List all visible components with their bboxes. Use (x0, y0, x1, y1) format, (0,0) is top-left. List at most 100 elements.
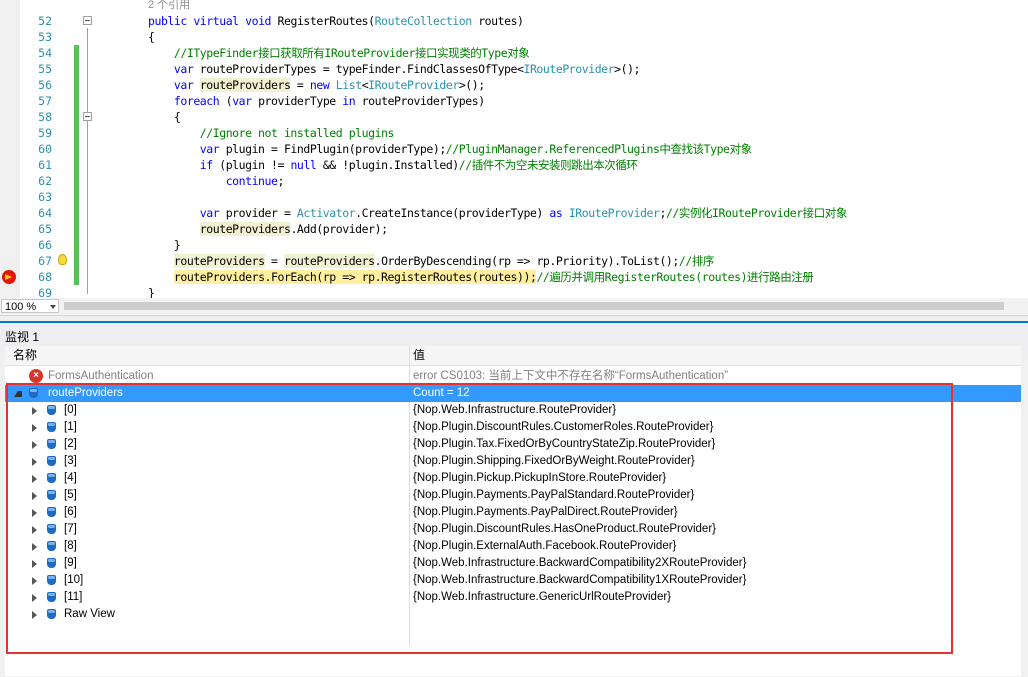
code-line[interactable]: 56 var routeProviders = new List<IRouteP… (0, 77, 1028, 93)
code-token: routeProviders (199, 78, 291, 92)
code-token: ( (219, 94, 233, 108)
watch-item-value[interactable]: {Nop.Plugin.Pickup.PickupInStore.RoutePr… (413, 470, 666, 487)
expand-arrow-icon[interactable] (32, 492, 37, 500)
watch-row-raw-view[interactable]: Raw View (5, 606, 1021, 623)
watch-item-value[interactable]: {Nop.Web.Infrastructure.BackwardCompatib… (413, 572, 746, 589)
column-header-name[interactable]: 名称 (13, 346, 37, 365)
watch-row-item[interactable]: [11] {Nop.Web.Infrastructure.GenericUrlRo… (5, 589, 1021, 606)
code-line[interactable]: 64 var provider = Activator.CreateInstan… (0, 205, 1028, 221)
watch-item-value[interactable]: {Nop.Plugin.Shipping.FixedOrByWeight.Rou… (413, 453, 695, 470)
lightbulb-icon[interactable] (58, 254, 67, 265)
expand-arrow-icon[interactable] (32, 509, 37, 517)
code-text: var plugin = FindPlugin(providerType);//… (148, 141, 752, 157)
object-icon (47, 490, 56, 500)
code-line[interactable]: 55 var routeProviderTypes = typeFinder.F… (0, 61, 1028, 77)
watch-item-value[interactable]: {Nop.Plugin.Tax.FixedOrByCountryStateZip… (413, 436, 715, 453)
watch-row-item[interactable]: [9] {Nop.Web.Infrastructure.BackwardCompa… (5, 555, 1021, 572)
expand-arrow-icon[interactable] (32, 424, 37, 432)
watch-item-value[interactable]: {Nop.Web.Infrastructure.GenericUrlRouteP… (413, 589, 671, 606)
collapse-icon[interactable] (83, 112, 92, 121)
code-line[interactable]: 54 //ITypeFinder接口获取所有IRouteProvider接口实现… (0, 45, 1028, 61)
code-line[interactable]: 69} (0, 285, 1028, 298)
expand-arrow-icon[interactable] (32, 594, 37, 602)
expand-arrow-icon[interactable] (32, 577, 37, 585)
change-indicator (74, 141, 79, 157)
line-number: 65 (38, 222, 52, 236)
code-line[interactable]: 65 routeProviders.Add(provider); (0, 221, 1028, 237)
code-line[interactable]: 68 routeProviders.ForEach(rp => rp.Regis… (0, 269, 1028, 285)
expand-arrow-icon[interactable] (32, 441, 37, 449)
horizontal-scrollbar[interactable] (64, 300, 1022, 312)
code-line[interactable]: 57 foreach (var providerType in routePro… (0, 93, 1028, 109)
code-line[interactable]: 62 continue; (0, 173, 1028, 189)
code-text: //Ignore not installed plugins (148, 125, 395, 141)
line-number: 52 (38, 14, 52, 28)
watch-item-value[interactable]: error CS0103: 当前上下文中不存在名称“FormsAuthentic… (413, 368, 728, 385)
change-indicator (74, 77, 79, 93)
code-token: ; (277, 174, 284, 188)
code-line[interactable]: 2 个引用 (0, 0, 1028, 13)
code-token: IRouteProvider (523, 62, 615, 76)
reference-count-codelens[interactable]: 2 个引用 (148, 0, 190, 11)
expand-arrow-icon[interactable] (32, 458, 37, 466)
expand-arrow-icon[interactable] (32, 560, 37, 568)
code-line[interactable]: 60 var plugin = FindPlugin(providerType)… (0, 141, 1028, 157)
code-text: 2 个引用 (148, 0, 190, 13)
code-line[interactable]: 52 public virtual void RegisterRoutes(Rou… (0, 13, 1028, 29)
expand-arrow-icon[interactable] (32, 475, 37, 483)
collapse-arrow-icon[interactable] (14, 391, 22, 397)
watch-item-name: [3] (64, 455, 77, 467)
watch-item-value[interactable]: {Nop.Plugin.Payments.PayPalStandard.Rout… (413, 487, 694, 504)
watch-item-value[interactable]: Count = 12 (413, 385, 470, 402)
editor-status-bar: 100 % (0, 298, 1028, 316)
watch-row-item[interactable]: [5] {Nop.Plugin.Payments.PayPalStandard.R… (5, 487, 1021, 504)
watch-item-value[interactable]: {Nop.Plugin.DiscountRules.HasOneProduct.… (413, 521, 716, 538)
expand-arrow-icon[interactable] (32, 526, 37, 534)
code-line[interactable]: 53 { (0, 29, 1028, 45)
code-line[interactable]: 59 //Ignore not installed plugins (0, 125, 1028, 141)
code-line[interactable]: 63 (0, 189, 1028, 205)
watch-row-item[interactable]: [7] {Nop.Plugin.DiscountRules.HasOneProdu… (5, 521, 1021, 538)
breakpoint-current-line-icon[interactable] (2, 270, 16, 284)
watch-row-item[interactable]: [4] {Nop.Plugin.Pickup.PickupInStore.Rout… (5, 470, 1021, 487)
watch-row-item[interactable]: [8] {Nop.Plugin.ExternalAuth.Facebook.Rou… (5, 538, 1021, 555)
code-token: public (148, 14, 187, 28)
watch-item-value[interactable]: {Nop.Web.Infrastructure.BackwardCompatib… (413, 555, 746, 572)
watch-item-value[interactable]: {Nop.Plugin.ExternalAuth.Facebook.RouteP… (413, 538, 676, 555)
watch-row-item[interactable]: [3] {Nop.Plugin.Shipping.FixedOrByWeight.… (5, 453, 1021, 470)
watch-row-error[interactable]: × FormsAuthentication error CS0103: 当前上下文中… (5, 368, 1021, 385)
expand-arrow-icon[interactable] (32, 543, 37, 551)
watch-item-value[interactable]: {Nop.Plugin.DiscountRules.CustomerRoles.… (413, 419, 713, 436)
collapse-icon[interactable] (83, 16, 92, 25)
code-line[interactable]: 61 if (plugin != null && !plugin.Install… (0, 157, 1028, 173)
column-header-value[interactable]: 值 (413, 346, 425, 365)
code-token: { (148, 30, 155, 44)
expand-arrow-icon[interactable] (32, 611, 37, 619)
code-token: RouteCollection (374, 14, 473, 28)
watch-row-item[interactable]: [1] {Nop.Plugin.DiscountRules.CustomerRol… (5, 419, 1021, 436)
line-number: 53 (38, 30, 52, 44)
watch-row-root[interactable]: routeProviders Count = 12 (5, 385, 1021, 402)
watch-row-item[interactable]: [6] {Nop.Plugin.Payments.PayPalDirect.Rou… (5, 504, 1021, 521)
code-editor[interactable]: 2 个引用 52 public virtual void RegisterRoute… (0, 0, 1028, 299)
code-token: RegisterRoutes( (271, 14, 376, 28)
zoom-dropdown[interactable]: 100 % (1, 299, 59, 313)
code-token: >(); (458, 78, 485, 92)
code-line[interactable]: 66 } (0, 237, 1028, 253)
code-token: .Add(provider); (290, 222, 388, 236)
watch-item-name: [11] (64, 591, 83, 603)
scrollbar-thumb[interactable] (64, 302, 1004, 310)
watch-row-item[interactable]: [10] {Nop.Web.Infrastructure.BackwardComp… (5, 572, 1021, 589)
watch-row-item[interactable]: [0] {Nop.Web.Infrastructure.RouteProvider… (5, 402, 1021, 419)
watch-grid[interactable]: 名称 值 × FormsAuthentication error CS0103: 当… (5, 346, 1021, 676)
object-icon (29, 388, 38, 398)
code-line[interactable]: 58 { (0, 109, 1028, 125)
expand-arrow-icon[interactable] (32, 407, 37, 415)
code-token: var (232, 94, 252, 108)
watch-row-item[interactable]: [2] {Nop.Plugin.Tax.FixedOrByCountryState… (5, 436, 1021, 453)
watch-item-value[interactable]: {Nop.Plugin.Payments.PayPalDirect.RouteP… (413, 504, 678, 521)
watch-item-value[interactable]: {Nop.Web.Infrastructure.RouteProvider} (413, 402, 616, 419)
code-line[interactable]: 67 routeProviders = routeProviders.Order… (0, 253, 1028, 269)
